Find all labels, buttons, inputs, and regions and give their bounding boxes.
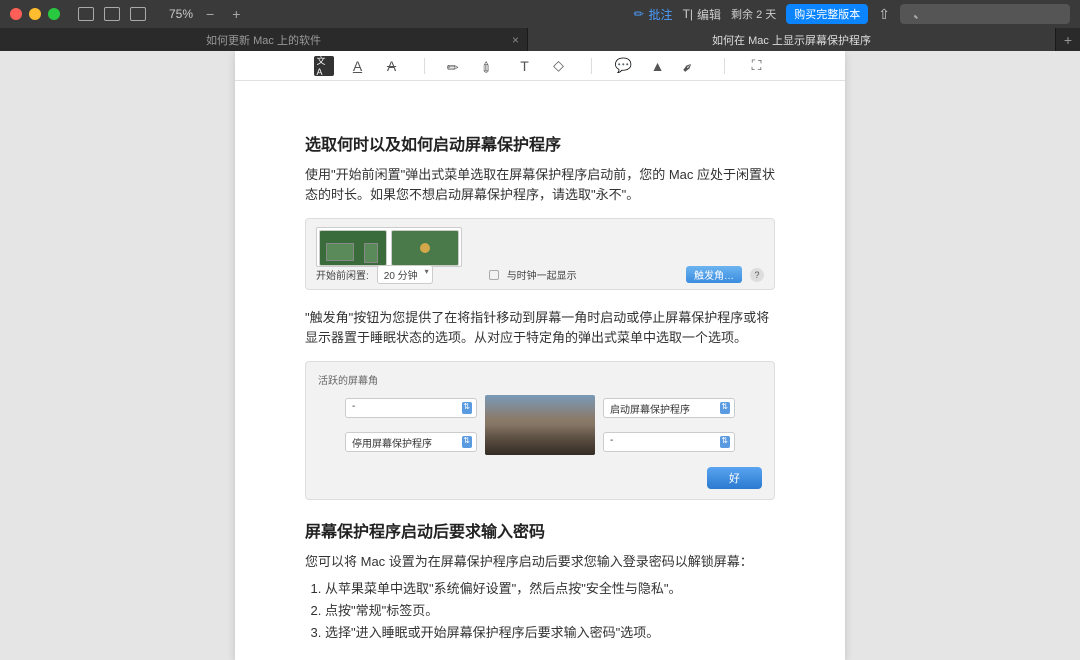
text-icon: T| [683, 7, 693, 21]
zoom-out-button[interactable]: − [206, 6, 214, 22]
hot-corners-button[interactable]: 触发角… [686, 266, 742, 283]
titlebar: 75% − + ✎批注 T|编辑 剩余 2 天 购买完整版本 ⇧ [0, 0, 1080, 28]
sidebar-toggle-icon[interactable] [78, 7, 94, 21]
screensaver-thumb-1[interactable] [319, 230, 387, 266]
ok-button[interactable]: 好 [707, 467, 762, 489]
document-content: 选取何时以及如何启动屏幕保护程序 使用"开始前闲置"弹出式菜单选取在屏幕保护程序… [235, 81, 845, 660]
shape-tool-icon[interactable]: ◇ [549, 56, 569, 76]
page-view-icon[interactable] [130, 7, 146, 21]
thumbnail-view-icon[interactable] [104, 7, 120, 21]
tab-label: 如何更新 Mac 上的软件 [206, 32, 321, 48]
underline-tool-icon[interactable]: A [348, 56, 368, 76]
step-2: 点按"常规"标签页。 [325, 600, 775, 622]
hot-corners-title: 活跃的屏幕角 [318, 372, 762, 387]
corner-bottom-right-select[interactable]: - [603, 432, 735, 452]
close-window-button[interactable] [10, 8, 22, 20]
zoom-level: 75% [169, 7, 193, 21]
show-with-clock-checkbox[interactable] [489, 270, 499, 280]
screensaver-settings-panel: 开始前闲置: 20 分钟 与时钟一起显示 触发角… ? [305, 218, 775, 290]
traffic-lights [10, 8, 60, 20]
zoom-in-button[interactable]: + [232, 6, 240, 22]
hot-corners-panel: 活跃的屏幕角 - 启动屏幕保护程序 停用屏幕保护程序 - 好 [305, 361, 775, 500]
buy-full-version-button[interactable]: 购买完整版本 [786, 4, 868, 24]
step-1: 从苹果菜单中选取"系统偏好设置"，然后点按"安全性与隐私"。 [325, 578, 775, 600]
minimize-window-button[interactable] [29, 8, 41, 20]
trial-remaining: 剩余 2 天 [731, 6, 776, 22]
section1-heading: 选取何时以及如何启动屏幕保护程序 [305, 131, 775, 155]
signature-tool-icon[interactable]: ✒ [677, 51, 705, 79]
idle-time-select[interactable]: 20 分钟 [377, 265, 433, 284]
corner-top-right-select[interactable]: 启动屏幕保护程序 [603, 398, 735, 418]
tab-update-software[interactable]: 如何更新 Mac 上的软件 × [0, 28, 528, 51]
tab-close-icon[interactable]: × [512, 33, 519, 47]
annotation-toolbar: 文A A A ✎ ✐ T ◇ 💬 ▲ ✒ ⛶ [235, 51, 845, 81]
search-input[interactable] [900, 4, 1070, 24]
show-with-clock-label: 与时钟一起显示 [507, 267, 577, 282]
tab-screensaver[interactable]: 如何在 Mac 上显示屏幕保护程序 [528, 28, 1056, 51]
crop-tool-icon[interactable]: ⛶ [747, 56, 767, 76]
note-tool-icon[interactable]: 💬 [614, 56, 634, 76]
document-page: 文A A A ✎ ✐ T ◇ 💬 ▲ ✒ ⛶ 选取何时以及如何启 [235, 51, 845, 660]
section2-intro: 您可以将 Mac 设置为在屏幕保护程序启动后要求您输入登录密码以解锁屏幕： [305, 552, 775, 572]
edit-button[interactable]: T|编辑 [683, 6, 721, 23]
screensaver-thumb-2[interactable] [391, 230, 459, 266]
eraser-tool-icon[interactable]: ✐ [476, 51, 504, 79]
step-3: 选择"进入睡眠或开始屏幕保护程序后要求输入密码"选项。 [325, 622, 775, 644]
share-icon[interactable]: ⇧ [878, 6, 890, 23]
tab-add-button[interactable]: + [1056, 28, 1080, 51]
section1-body: 使用"开始前闲置"弹出式菜单选取在屏幕保护程序启动前，您的 Mac 应处于闲置状… [305, 165, 775, 204]
corner-top-left-select[interactable]: - [345, 398, 477, 418]
corner-bottom-left-select[interactable]: 停用屏幕保护程序 [345, 432, 477, 452]
strike-tool-icon[interactable]: A [382, 56, 402, 76]
highlight-tool-icon[interactable]: 文A [314, 56, 334, 76]
pen-icon: ✎ [631, 5, 648, 22]
idle-label: 开始前闲置: [316, 267, 369, 282]
tab-label: 如何在 Mac 上显示屏幕保护程序 [712, 32, 871, 48]
pencil-tool-icon[interactable]: ✎ [442, 51, 470, 79]
section2-heading: 屏幕保护程序启动后要求输入密码 [305, 518, 775, 542]
search-wrap [900, 4, 1070, 24]
tab-bar: 如何更新 Mac 上的软件 × 如何在 Mac 上显示屏幕保护程序 + [0, 28, 1080, 51]
maximize-window-button[interactable] [48, 8, 60, 20]
workspace: 文A A A ✎ ✐ T ◇ 💬 ▲ ✒ ⛶ 选取何时以及如何启 [0, 51, 1080, 660]
view-mode-icons [78, 7, 146, 21]
help-icon[interactable]: ? [750, 268, 764, 282]
section2-steps: 从苹果菜单中选取"系统偏好设置"，然后点按"安全性与隐私"。 点按"常规"标签页… [325, 578, 775, 644]
annotate-button[interactable]: ✎批注 [634, 6, 672, 23]
section1b-body: "触发角"按钮为您提供了在将指针移动到屏幕一角时启动或停止屏幕保护程序或将显示器… [305, 308, 775, 347]
stamp-tool-icon[interactable]: ▲ [648, 56, 668, 76]
desktop-preview-image [485, 395, 595, 455]
text-tool-icon[interactable]: T [515, 56, 535, 76]
